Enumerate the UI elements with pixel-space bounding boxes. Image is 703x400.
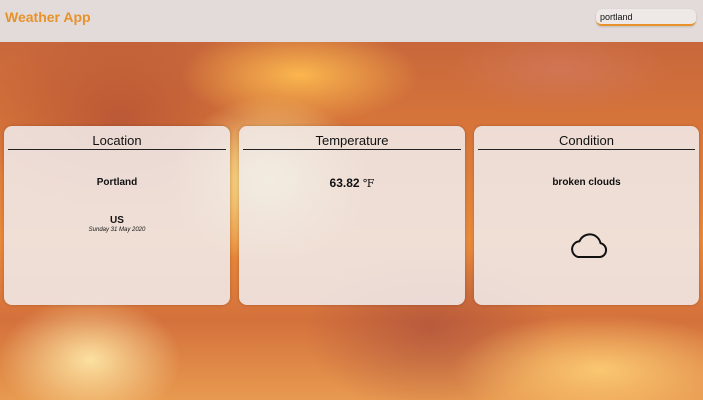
condition-card-title: Condition — [478, 133, 695, 150]
country-code: US — [110, 215, 124, 226]
temperature-unit: ℉ — [362, 177, 375, 190]
temperature-card-title: Temperature — [243, 133, 461, 150]
navbar: Weather App — [0, 0, 703, 42]
temperature-card: Temperature 63.82 ℉ — [239, 126, 465, 305]
location-card: Location Portland US Sunday 31 May 2020 — [4, 126, 230, 305]
condition-description: broken clouds — [552, 177, 621, 188]
condition-card: Condition broken clouds — [474, 126, 699, 305]
temperature-reading: 63.82 ℉ — [239, 176, 465, 190]
cloud-icon — [571, 233, 608, 258]
app-title: Weather App — [5, 9, 91, 25]
search-input[interactable] — [596, 9, 696, 26]
location-card-title: Location — [8, 133, 226, 150]
temperature-value: 63.82 — [329, 176, 360, 190]
date-label: Sunday 31 May 2020 — [88, 227, 146, 233]
city-name: Portland — [96, 177, 138, 188]
